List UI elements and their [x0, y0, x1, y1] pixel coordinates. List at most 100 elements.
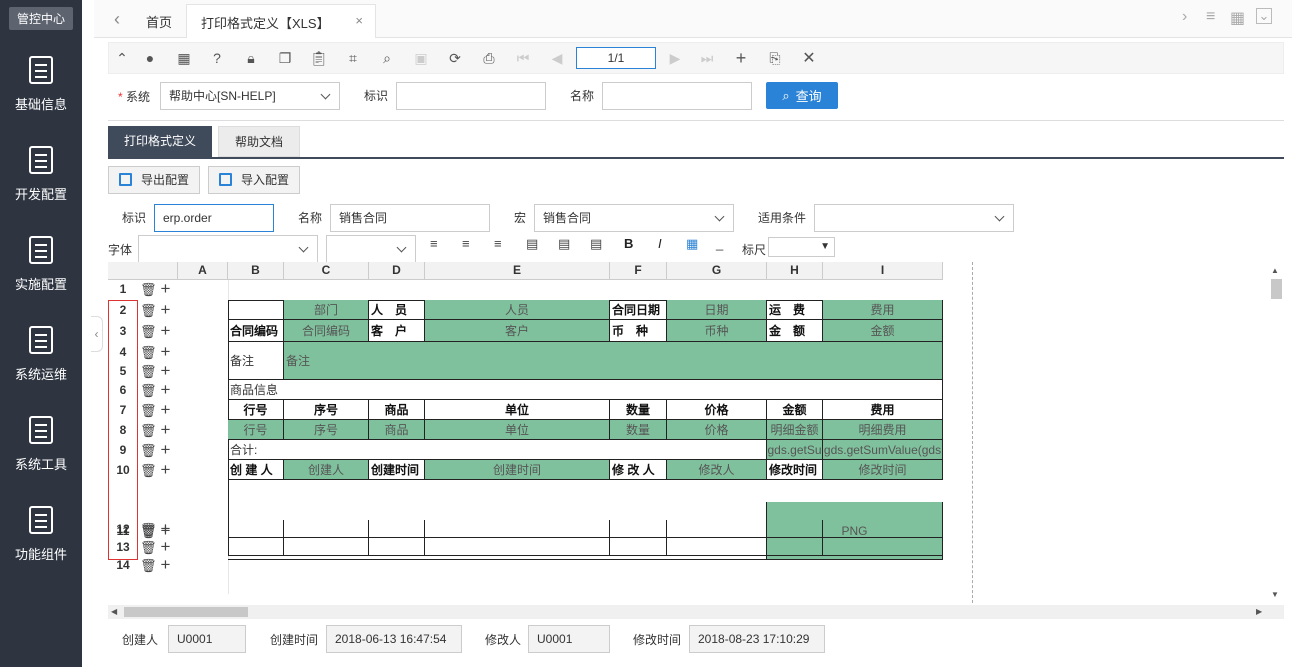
collapse-sidebar-handle[interactable]: ‹: [91, 316, 103, 352]
name-search-input[interactable]: [602, 82, 752, 110]
table-cell[interactable]: [228, 538, 284, 556]
sidebar-item-ops[interactable]: 系统运维: [0, 316, 82, 406]
delete-row-icon[interactable]: 🗑︎: [140, 443, 161, 458]
table-cell[interactable]: 价格: [667, 420, 767, 440]
table-cell[interactable]: 客户: [425, 320, 610, 342]
valign-top-icon[interactable]: ▤: [526, 236, 538, 252]
add-row-icon[interactable]: +: [161, 279, 175, 298]
table-cell[interactable]: gds.getSu: [767, 440, 823, 460]
table-cell[interactable]: 单位: [425, 420, 610, 440]
table-cell[interactable]: [767, 520, 823, 538]
table-cell[interactable]: 币种: [667, 320, 767, 342]
row-number[interactable]: 1: [108, 280, 138, 298]
table-cell[interactable]: 日期: [667, 300, 767, 320]
table-cell[interactable]: 明细费用: [823, 420, 943, 440]
add-row-icon[interactable]: +: [161, 519, 175, 538]
import-config-button[interactable]: 导入配置: [208, 166, 301, 194]
column-header[interactable]: D: [369, 262, 425, 280]
add-row-icon[interactable]: +: [161, 342, 175, 361]
calculator-icon[interactable]: ▦: [173, 47, 195, 69]
table-cell[interactable]: 序号: [284, 420, 369, 440]
tab-print-format-def[interactable]: 打印格式定义: [108, 126, 213, 157]
table-cell[interactable]: [823, 520, 943, 538]
table-cell[interactable]: 创建时间: [369, 460, 425, 480]
search-icon[interactable]: ⌕: [376, 47, 398, 69]
first-page-icon[interactable]: ⏮︎: [512, 47, 534, 69]
tab-help-doc[interactable]: 帮助文档: [218, 126, 301, 157]
table-cell[interactable]: 单位: [425, 400, 610, 420]
add-row-icon[interactable]: +: [161, 537, 175, 556]
table-cell[interactable]: [667, 520, 767, 538]
table-cell[interactable]: [284, 520, 369, 538]
next-page-icon[interactable]: ▶: [664, 47, 686, 69]
add-row-icon[interactable]: +: [161, 300, 175, 319]
table-cell[interactable]: 创建人: [284, 460, 369, 480]
chevron-right-icon[interactable]: ›: [1182, 8, 1187, 26]
table-cell[interactable]: 合同编码: [284, 320, 369, 342]
table-cell[interactable]: 币 种: [610, 320, 667, 342]
table-cell[interactable]: 创 建 人: [228, 460, 284, 480]
table-cell[interactable]: [610, 538, 667, 556]
table-cell[interactable]: [667, 538, 767, 556]
table-cell[interactable]: 合同日期: [610, 300, 667, 320]
export-config-button[interactable]: 导出配置: [108, 166, 201, 194]
table-cell[interactable]: 金额: [823, 320, 943, 342]
table-cell[interactable]: 备注: [228, 342, 284, 380]
form-id-input[interactable]: erp.order: [154, 204, 274, 232]
table-cell[interactable]: 备注: [284, 342, 943, 380]
ruler-select[interactable]: ▼: [768, 237, 835, 257]
border-icon[interactable]: ▦: [686, 236, 698, 252]
grid-icon[interactable]: ▦: [1230, 8, 1245, 28]
form-name-input[interactable]: 销售合同: [330, 204, 490, 232]
underline-icon[interactable]: _: [716, 236, 723, 251]
delete-row-icon[interactable]: 🗑︎: [140, 423, 161, 438]
column-header[interactable]: I: [823, 262, 943, 280]
form-cond-select[interactable]: [814, 204, 1014, 232]
crop-icon[interactable]: ⌗: [342, 47, 364, 69]
copy-icon[interactable]: ❐: [274, 47, 296, 69]
delete-row-icon[interactable]: 🗑︎: [140, 383, 161, 398]
paste-icon[interactable]: 📋︎: [308, 47, 330, 69]
help-icon[interactable]: ?: [206, 47, 228, 69]
table-cell[interactable]: [823, 538, 943, 556]
font-size-select[interactable]: [326, 235, 416, 263]
table-cell[interactable]: [610, 520, 667, 538]
control-center-label[interactable]: 管控中心: [8, 6, 73, 30]
table-cell[interactable]: 金额: [767, 400, 823, 420]
sidebar-item-impl-config[interactable]: 实施配置: [0, 226, 82, 316]
column-header[interactable]: E: [425, 262, 610, 280]
delete-row-icon[interactable]: 🗑︎: [140, 463, 161, 478]
column-header[interactable]: A: [178, 262, 228, 280]
add-row-icon[interactable]: +: [161, 555, 175, 574]
chevron-down-icon[interactable]: ⌄: [1256, 8, 1272, 24]
add-row-icon[interactable]: +: [161, 440, 175, 459]
scroll-down-icon[interactable]: ▼: [1271, 590, 1279, 599]
last-page-icon[interactable]: ⏭︎: [696, 47, 718, 69]
prev-page-icon[interactable]: ◀: [546, 47, 568, 69]
table-cell[interactable]: 修 改 人: [610, 460, 667, 480]
close-icon[interactable]: ×: [355, 13, 363, 28]
table-cell[interactable]: [425, 538, 610, 556]
add-row-icon[interactable]: +: [161, 460, 175, 479]
column-header[interactable]: B: [228, 262, 284, 280]
scroll-left-icon[interactable]: ◀: [111, 607, 117, 616]
form-macro-select[interactable]: 销售合同: [534, 204, 734, 232]
delete-row-icon[interactable]: 🗑︎: [140, 403, 161, 418]
add-row-icon[interactable]: +: [161, 361, 175, 380]
print-icon[interactable]: ⎙: [478, 47, 500, 69]
refresh-icon[interactable]: ⟳: [444, 47, 466, 69]
table-cell[interactable]: 修改时间: [767, 460, 823, 480]
align-right-icon[interactable]: ≡: [494, 236, 502, 251]
table-cell[interactable]: 创建时间: [425, 460, 610, 480]
table-cell[interactable]: 费用: [823, 300, 943, 320]
column-header[interactable]: H: [767, 262, 823, 280]
table-cell[interactable]: 运 费: [767, 300, 823, 320]
bold-icon[interactable]: B: [624, 236, 633, 251]
table-cell[interactable]: 修改时间: [823, 460, 943, 480]
table-cell[interactable]: [767, 538, 823, 556]
table-cell[interactable]: 金 额: [767, 320, 823, 342]
sidebar-item-tools[interactable]: 系统工具: [0, 406, 82, 496]
table-cell[interactable]: [228, 520, 284, 538]
table-cell[interactable]: 明细金额: [767, 420, 823, 440]
table-cell[interactable]: 行号: [228, 420, 284, 440]
